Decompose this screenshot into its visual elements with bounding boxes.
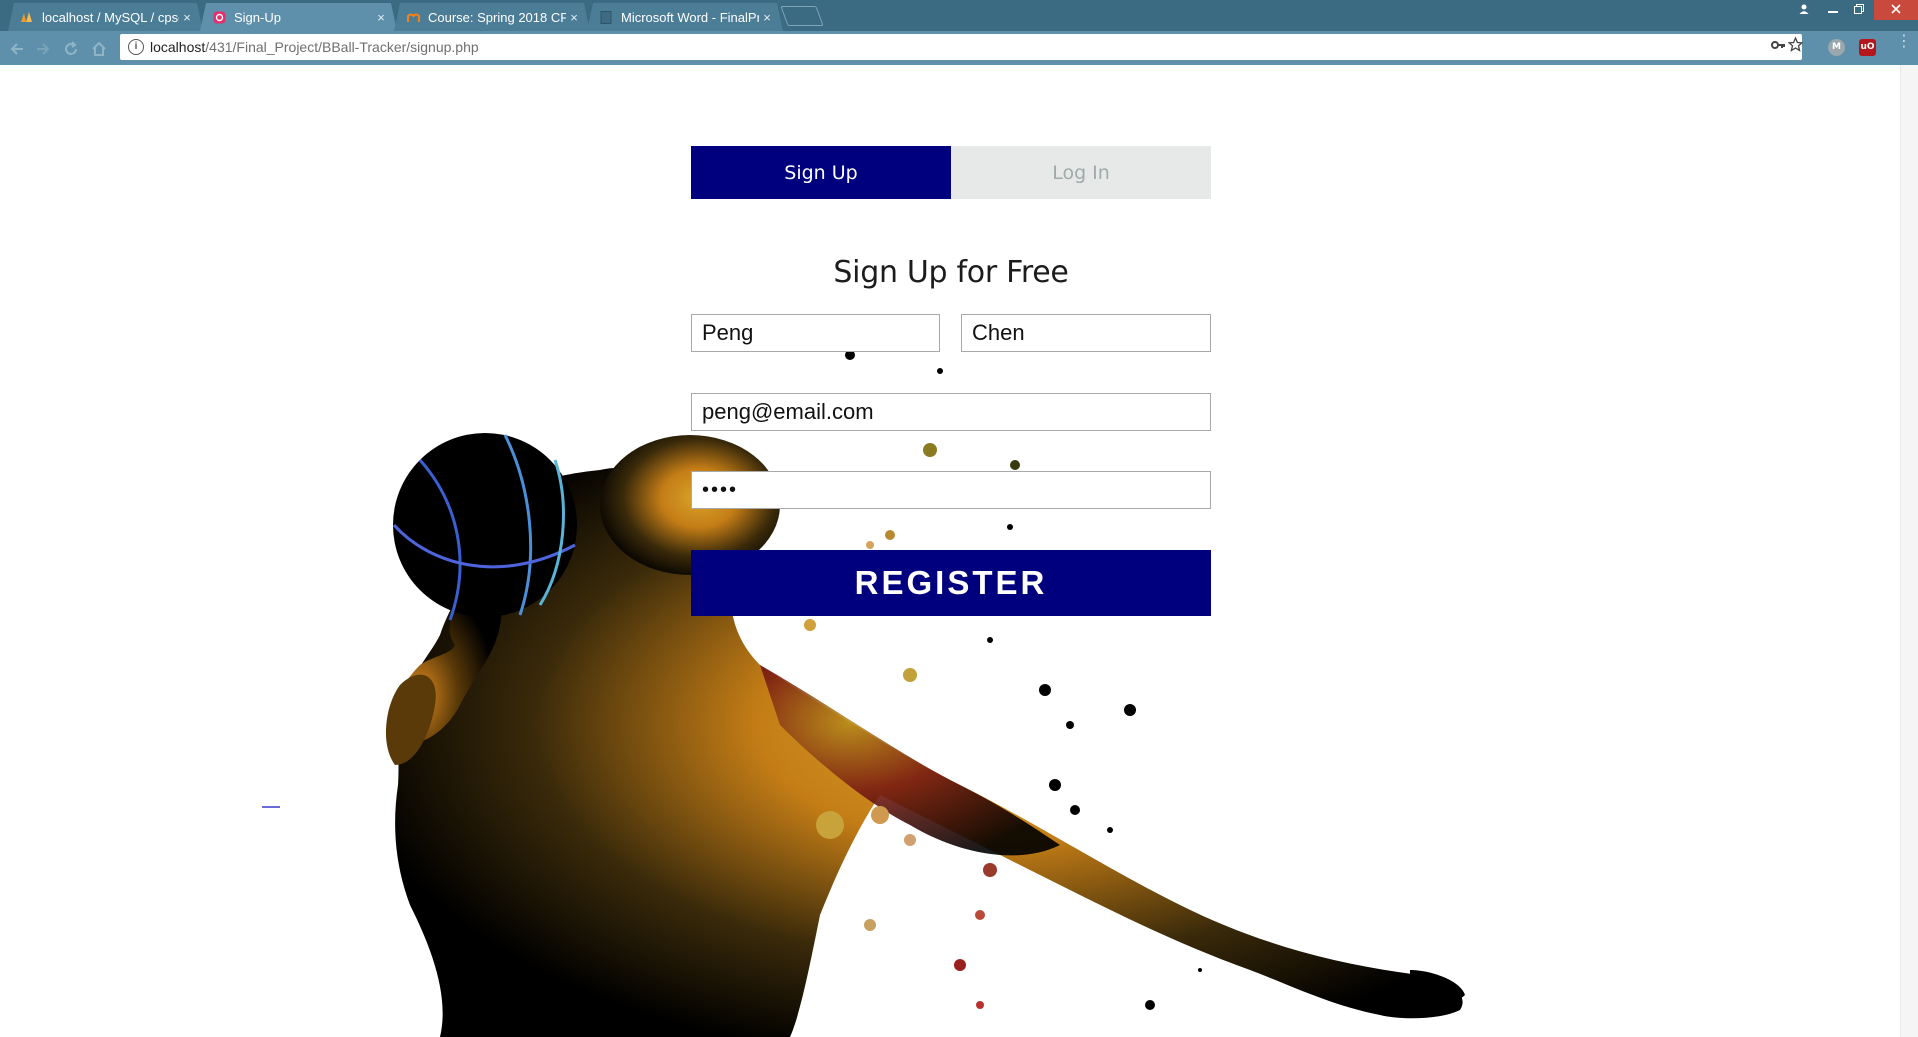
close-icon[interactable]: × bbox=[759, 10, 775, 25]
browser-menu-icon[interactable]: ⋮ bbox=[1896, 33, 1912, 49]
address-bar[interactable]: i localhost/431/Final_Project/BBall-Trac… bbox=[120, 34, 1804, 60]
minimize-icon[interactable] bbox=[1820, 0, 1846, 20]
tab-title: localhost / MySQL / cpsc bbox=[42, 9, 179, 25]
close-icon[interactable]: × bbox=[179, 10, 195, 25]
tab-title: Sign-Up bbox=[234, 9, 281, 25]
browser-tab-course[interactable]: Course: Spring 2018 CPSC × bbox=[394, 3, 590, 31]
profile-icon[interactable] bbox=[1791, 0, 1817, 20]
first-name-field[interactable] bbox=[691, 314, 940, 352]
browser-tab-bar: localhost / MySQL / cpsc × Sign-Up × Cou… bbox=[0, 0, 1918, 31]
restore-icon[interactable] bbox=[1846, 0, 1872, 20]
splatter-streak bbox=[262, 806, 280, 808]
pdf-icon bbox=[599, 10, 613, 24]
password-field[interactable] bbox=[691, 471, 1211, 509]
close-icon[interactable]: × bbox=[373, 10, 389, 25]
ublock-icon[interactable]: uO bbox=[1859, 39, 1876, 56]
url-host: localhost bbox=[150, 39, 206, 55]
register-button[interactable]: REGISTER bbox=[691, 550, 1211, 616]
page-viewport: Sign Up Log In Sign Up for Free REGISTER bbox=[0, 65, 1918, 1037]
tab-sign-up[interactable]: Sign Up bbox=[691, 146, 951, 199]
tab-title: Course: Spring 2018 CPSC bbox=[428, 9, 566, 25]
key-icon[interactable] bbox=[1770, 37, 1786, 57]
email-field[interactable] bbox=[691, 393, 1211, 431]
new-tab-button[interactable] bbox=[780, 6, 824, 26]
forward-icon[interactable] bbox=[32, 38, 54, 60]
browser-tab-signup[interactable]: Sign-Up × bbox=[200, 3, 397, 31]
window-close-icon[interactable] bbox=[1874, 0, 1918, 20]
browser-toolbar: i localhost/431/Final_Project/BBall-Trac… bbox=[0, 31, 1918, 65]
page-title: Sign Up for Free bbox=[833, 255, 1069, 291]
browser-tab-phpmyadmin[interactable]: localhost / MySQL / cpsc × bbox=[8, 3, 203, 31]
page-scrollbar[interactable] bbox=[1900, 65, 1918, 1037]
instagram-icon bbox=[212, 10, 226, 24]
bookmark-star-icon[interactable] bbox=[1787, 36, 1804, 56]
back-icon[interactable] bbox=[6, 38, 28, 60]
tab-log-in[interactable]: Log In bbox=[951, 146, 1211, 199]
reload-icon[interactable] bbox=[60, 38, 82, 60]
moodle-icon bbox=[406, 10, 420, 24]
auth-tab-switcher: Sign Up Log In bbox=[691, 146, 1211, 199]
browser-tab-word-pdf[interactable]: Microsoft Word - FinalPr × bbox=[587, 3, 783, 31]
last-name-field[interactable] bbox=[961, 314, 1211, 352]
phpmyadmin-icon bbox=[20, 10, 34, 24]
home-icon[interactable] bbox=[88, 38, 110, 60]
info-icon[interactable]: i bbox=[128, 39, 144, 55]
tab-title: Microsoft Word - FinalPr bbox=[621, 9, 759, 25]
extension-icon[interactable]: M bbox=[1828, 39, 1845, 56]
url-path: /431/Final_Project/BBall-Tracker/signup.… bbox=[205, 39, 479, 55]
close-icon[interactable]: × bbox=[566, 10, 582, 25]
